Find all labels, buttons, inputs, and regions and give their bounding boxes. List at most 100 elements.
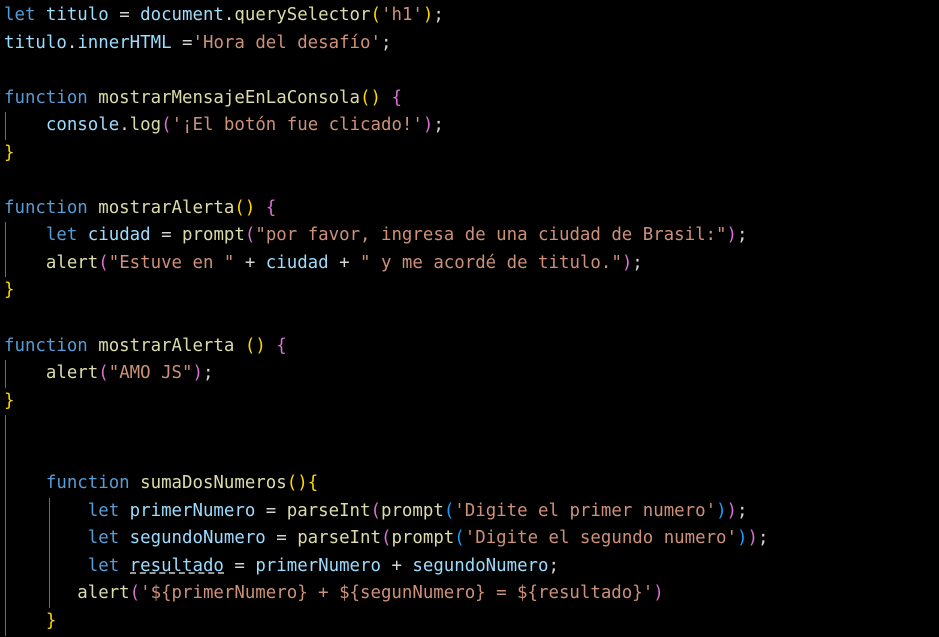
string-prompt-ciudad: "por favor, ingresa de una ciudad de Bra… [255,225,727,246]
code-line-16-blank[interactable] [4,415,939,443]
paren-close: ) [297,473,308,494]
operator-assign: = [161,225,183,246]
paren-close: ) [621,252,633,273]
operator-plus: + [380,555,413,576]
semicolon: ; [202,363,214,384]
keyword-function: function [4,197,88,218]
code-line-20[interactable]: let segundoNumero = parseInt(prompt('Dig… [4,525,939,553]
variable-segundonumero: segundoNumero [412,555,549,576]
code-line-3-blank[interactable] [4,57,939,85]
code-line-13[interactable]: function mostrarAlerta () { [4,333,939,361]
code-line-7-blank[interactable] [4,167,939,195]
template-string-resultado: '${primerNumero} + ${segunNumero} = ${re… [140,583,654,604]
method-queryselector: querySelector [234,5,371,25]
brace-open: { [380,87,402,108]
function-alert: alert [45,252,99,273]
variable-segundonumero: segundoNumero [119,528,277,549]
string-y-me-acorde: " y me acordé de titulo." [360,252,622,273]
code-line-15[interactable]: } [4,388,939,416]
operator-assign: = [276,528,298,549]
code-line-14[interactable]: alert("AMO JS"); [4,360,939,388]
keyword-let: let [87,500,120,521]
semicolon: ; [433,115,444,136]
variable-ciudad: ciudad [77,225,162,246]
semicolon: ; [757,528,769,549]
function-name-sumadosnumeros: sumaDosNumeros [129,473,287,494]
code-editor[interactable]: let titulo = document.querySelector('h1'… [0,0,939,637]
paren-close: ) [422,5,434,25]
keyword-function: function [45,473,130,494]
code-line-9[interactable]: let ciudad = prompt("por favor, ingresa … [4,222,939,250]
brace-open: { [255,197,277,218]
semicolon: ; [548,555,559,576]
semicolon: ; [380,32,392,53]
code-line-23[interactable]: } [4,608,939,636]
paren-close: ) [726,225,737,246]
paren-open-outer: ( [370,500,381,521]
paren-open: ( [244,335,256,356]
brace-close: } [45,611,57,632]
code-line-1[interactable]: let titulo = document.querySelector('h1'… [4,2,939,30]
keyword-function: function [4,87,88,108]
operator-assign: = [265,500,287,521]
paren-open: ( [234,197,245,218]
paren-open: ( [370,5,381,25]
operator-dot: . [119,115,130,136]
code-line-11[interactable]: } [4,277,939,305]
code-line-6[interactable]: } [4,140,939,168]
semicolon: ; [736,225,748,246]
brace-close: } [4,142,15,163]
operator-plus: + [328,252,361,273]
code-line-4[interactable]: function mostrarMensajeEnLaConsola() { [4,85,939,113]
function-prompt: prompt [380,500,444,521]
paren-open-inner: ( [454,528,465,549]
code-line-8[interactable]: function mostrarAlerta() { [4,195,939,223]
keyword-function: function [4,335,88,356]
paren-open: ( [98,252,109,273]
function-name-mostrarmensajeenlaconsola: mostrarMensajeEnLaConsola [87,87,360,108]
code-line-10[interactable]: alert("Estuve en " + ciudad + " y me aco… [4,249,939,278]
keyword-let: let [45,225,78,246]
paren-close: ) [370,87,381,108]
operator-assign: = [171,32,193,53]
brace-close: } [4,280,15,301]
paren-close-outer: ) [747,528,758,549]
operator-plus: + [234,252,266,273]
variable-primernumero: primerNumero [255,555,381,576]
method-log: log [129,115,162,136]
paren-close: ) [422,115,434,136]
paren-close: ) [653,583,664,604]
paren-close-inner: ) [716,500,727,521]
code-line-2[interactable]: titulo.innerHTML ='Hora del desafío'; [4,30,939,58]
object-document: document [140,5,224,25]
operator-assign: = [119,5,141,25]
property-innerhtml: innerHTML [77,32,172,53]
string-amo-js: "AMO JS" [108,363,193,384]
variable-resultado-unused: resultado [129,555,224,576]
code-line-19[interactable]: let primerNumero = parseInt(prompt('Digi… [4,497,939,526]
string-digite-primer-numero: 'Digite el primer numero' [454,500,717,521]
code-line-17-blank[interactable] [4,442,939,471]
function-name-mostraralerta: mostrarAlerta [87,197,235,218]
string-estuve-en: "Estuve en " [108,252,235,273]
paren-open: ( [286,473,298,494]
variable-titulo: titulo [35,5,120,25]
paren-open: ( [244,225,256,246]
function-prompt: prompt [391,528,455,549]
code-line-18[interactable]: function sumaDosNumeros(){ [4,470,939,498]
semicolon: ; [737,500,748,521]
brace-close: } [4,390,15,411]
brace-open: { [265,335,287,356]
function-alert: alert [45,363,99,384]
function-prompt: prompt [182,225,245,246]
code-line-12-blank[interactable] [4,305,939,333]
operator-assign: = [223,555,256,576]
code-line-22[interactable]: alert('${primerNumero} + ${segunNumero} … [4,580,939,609]
paren-open: ( [161,115,172,136]
code-content[interactable]: let titulo = document.querySelector('h1'… [0,0,939,636]
function-alert: alert [77,583,130,604]
code-line-21[interactable]: let resultado = primerNumero + segundoNu… [4,552,939,581]
paren-open: ( [98,363,109,384]
code-line-5[interactable]: console.log('¡El botón fue clicado!'); [4,112,939,140]
